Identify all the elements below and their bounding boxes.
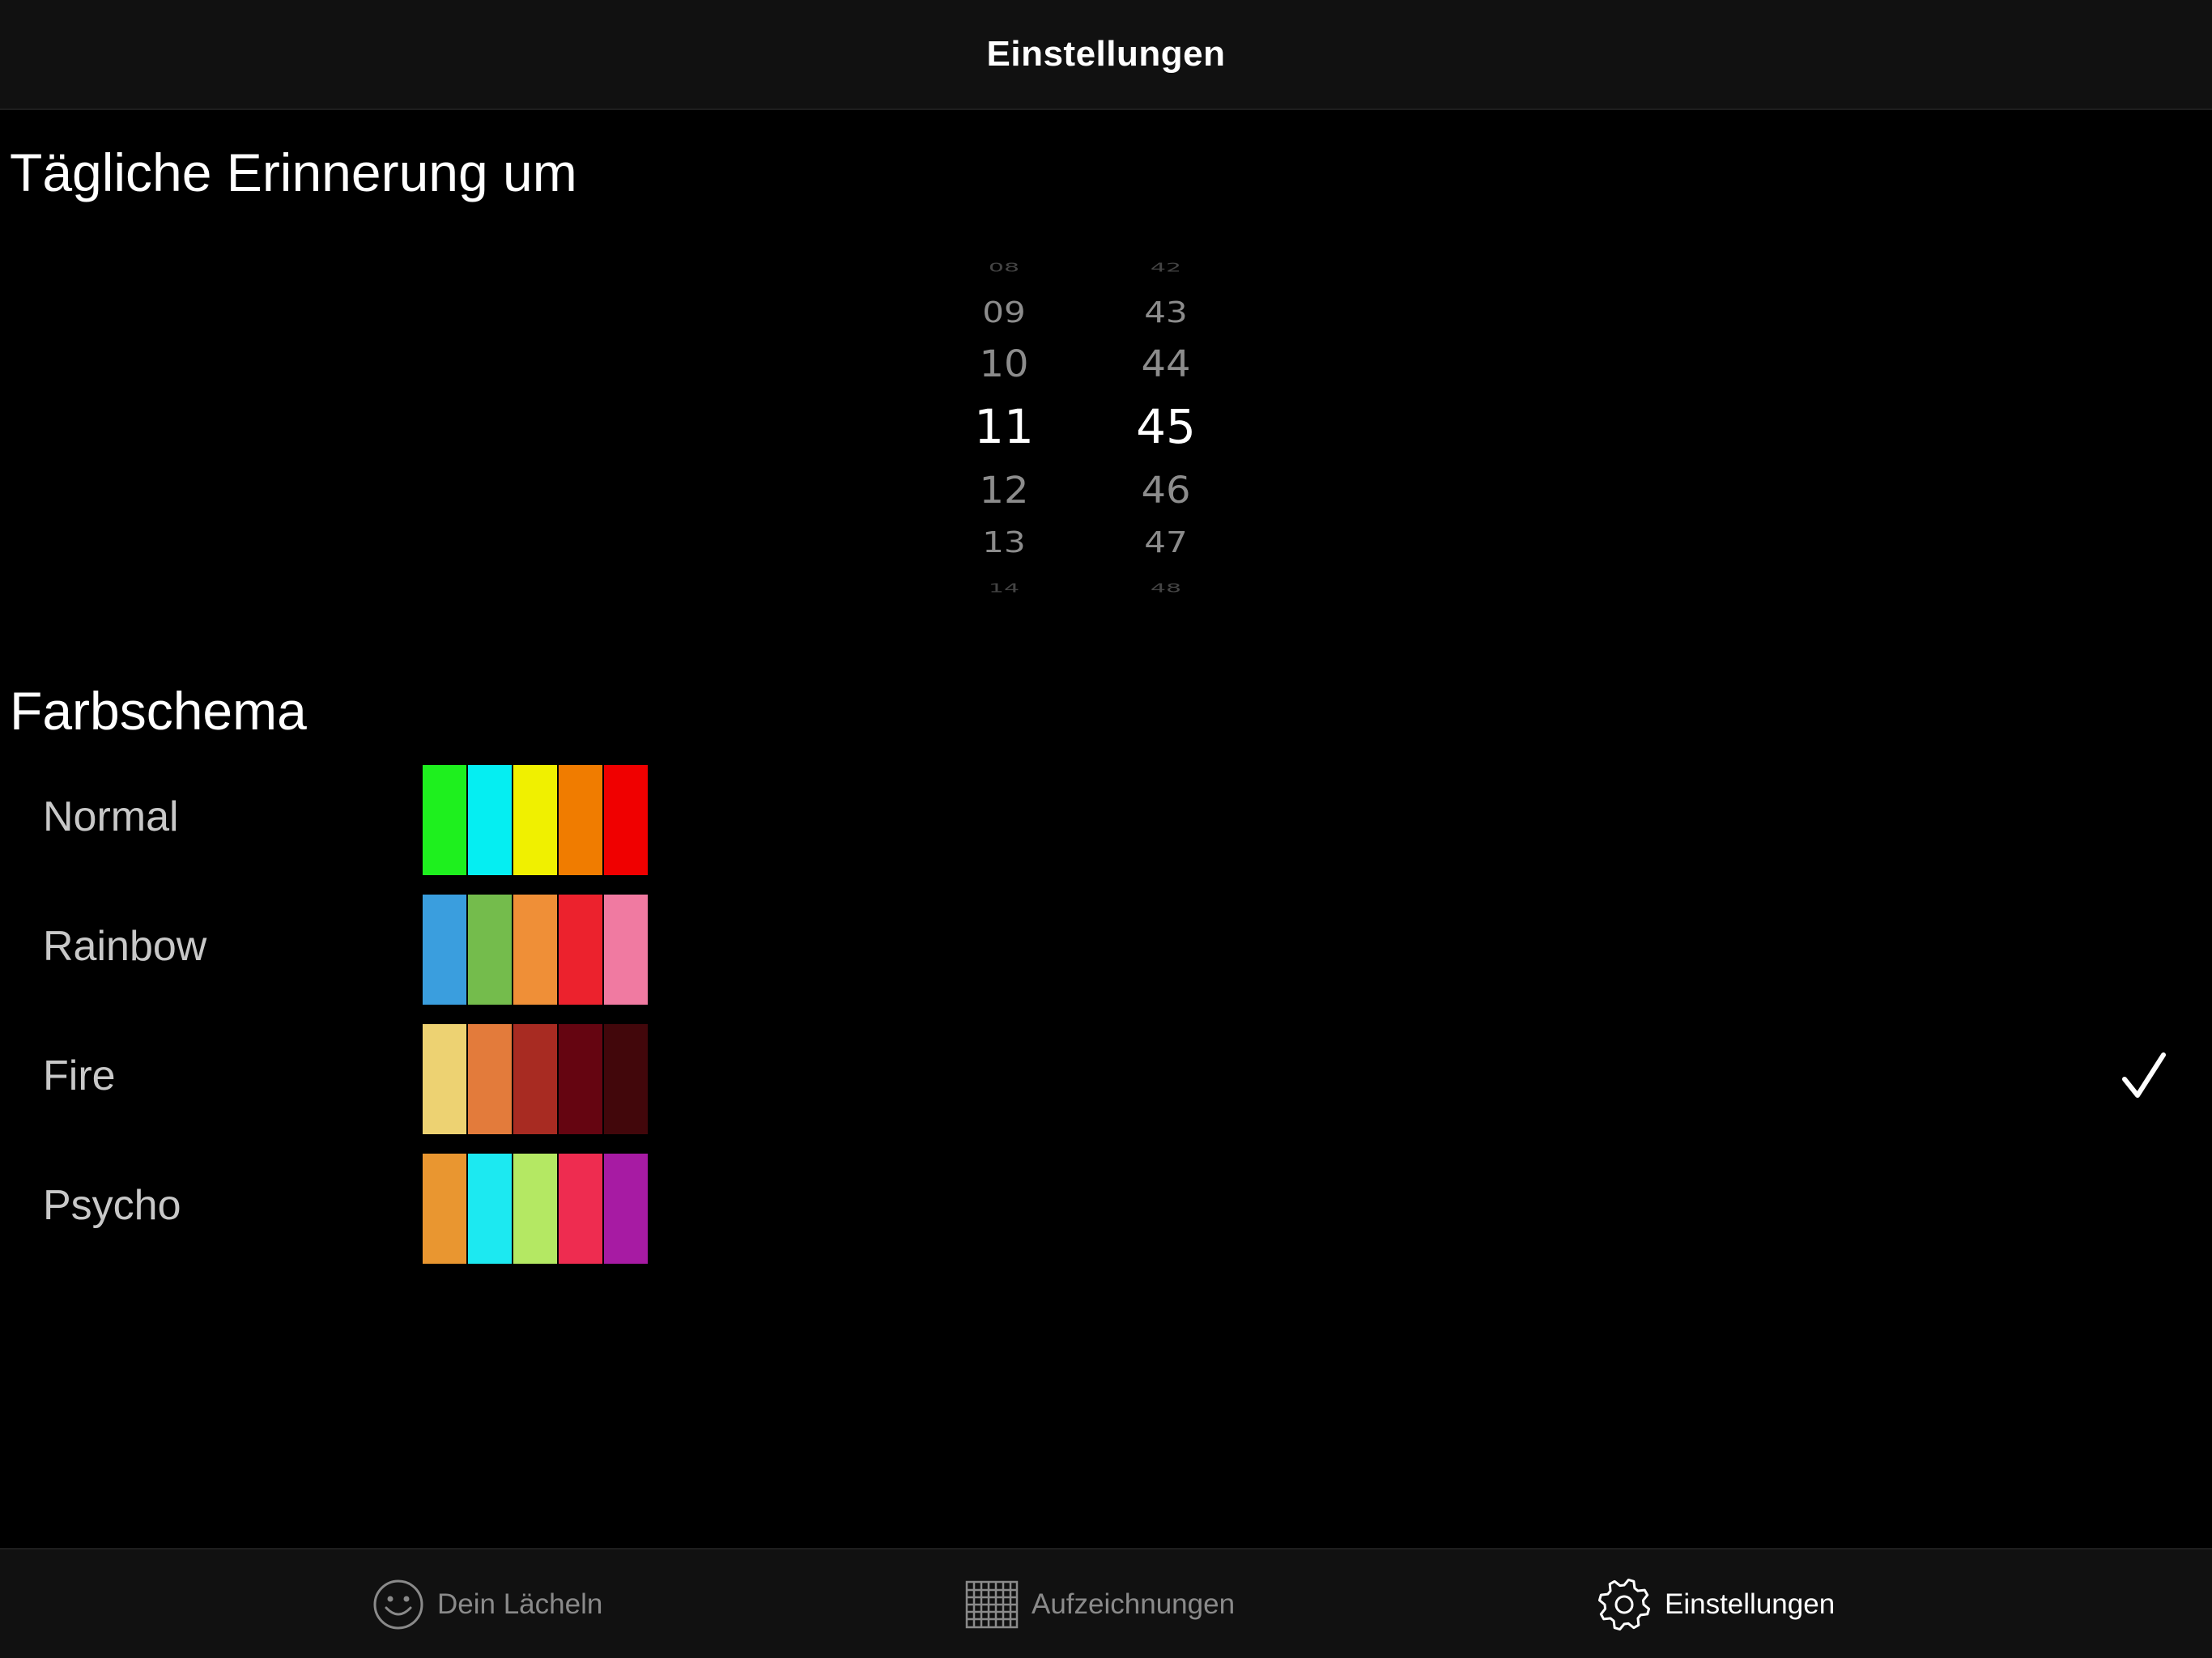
tab-bar: Dein Lächeln Aufzeichnungen Einstellunge… [0,1548,2212,1658]
color-swatch [513,1024,557,1134]
color-swatch [559,1154,602,1264]
navigation-bar: Einstellungen [0,0,2212,110]
hour-option[interactable]: 13 [923,528,1085,557]
hour-option[interactable]: 12 [923,472,1085,509]
color-swatch [423,765,466,875]
scheme-row-normal[interactable]: Normal [0,765,2212,878]
color-swatch [468,895,512,1005]
tab-label: Einstellungen [1665,1588,1836,1620]
color-swatch [559,1024,602,1134]
gear-outline [1597,1578,1651,1631]
color-swatch [468,1154,512,1264]
gear-icon [1597,1578,1651,1631]
color-swatch [423,895,466,1005]
scheme-swatches [423,1024,649,1134]
scheme-row-fire[interactable]: Fire [0,1024,2212,1137]
color-swatch [513,895,557,1005]
color-scheme-section-title: Farbschema [10,681,307,741]
scheme-swatches [423,1154,649,1264]
settings-screen: Einstellungen Tägliche Erinnerung um 08 … [0,0,2212,1658]
tab-dein-laecheln[interactable]: Dein Lächeln [372,1550,602,1658]
color-swatch [604,765,648,875]
grid-icon [965,1580,1019,1629]
color-swatch [513,1154,557,1264]
hour-option[interactable]: 09 [923,298,1085,327]
color-swatch [604,895,648,1005]
hour-option[interactable]: 14 [923,582,1085,594]
minute-option[interactable]: 48 [1085,582,1247,594]
color-swatch [513,765,557,875]
minute-option[interactable]: 47 [1085,528,1247,557]
hour-wheel[interactable]: 08 09 10 11 12 13 14 [923,235,1085,623]
minute-option[interactable]: 44 [1085,346,1247,383]
scheme-label: Psycho [43,1182,181,1229]
scheme-label: Fire [43,1052,116,1099]
color-swatch [559,895,602,1005]
minute-option[interactable]: 43 [1085,298,1247,327]
minute-wheel[interactable]: 42 43 44 45 46 47 48 [1085,235,1247,623]
scheme-row-psycho[interactable]: Psycho [0,1154,2212,1267]
tab-label: Dein Lächeln [437,1588,603,1620]
hour-option[interactable]: 08 [923,261,1085,274]
color-swatch [468,1024,512,1134]
hour-option[interactable]: 10 [923,346,1085,383]
nav-title: Einstellungen [986,34,1226,74]
scheme-label: Normal [43,793,179,840]
reminder-section-title: Tägliche Erinnerung um [10,142,577,202]
tab-einstellungen[interactable]: Einstellungen [1597,1550,1835,1658]
scheme-swatches [423,765,649,875]
minute-option[interactable]: 46 [1085,472,1247,509]
hour-option-selected[interactable]: 11 [923,403,1085,450]
scheme-swatches [423,895,649,1005]
color-swatch [423,1154,466,1264]
tab-aufzeichnungen[interactable]: Aufzeichnungen [965,1550,1235,1658]
scheme-row-rainbow[interactable]: Rainbow [0,895,2212,1008]
color-swatch [423,1024,466,1134]
color-swatch [468,765,512,875]
color-swatch [604,1024,648,1134]
scheme-label: Rainbow [43,923,207,970]
smiley-icon [373,1579,423,1630]
minute-option-selected[interactable]: 45 [1085,403,1247,450]
checkmark-icon [2122,1052,2166,1098]
time-picker[interactable]: 08 09 10 11 12 13 14 42 43 44 45 46 47 4… [923,235,1279,623]
minute-option[interactable]: 42 [1085,261,1247,274]
color-swatch [559,765,602,875]
tab-label: Aufzeichnungen [1032,1588,1236,1620]
color-swatch [604,1154,648,1264]
